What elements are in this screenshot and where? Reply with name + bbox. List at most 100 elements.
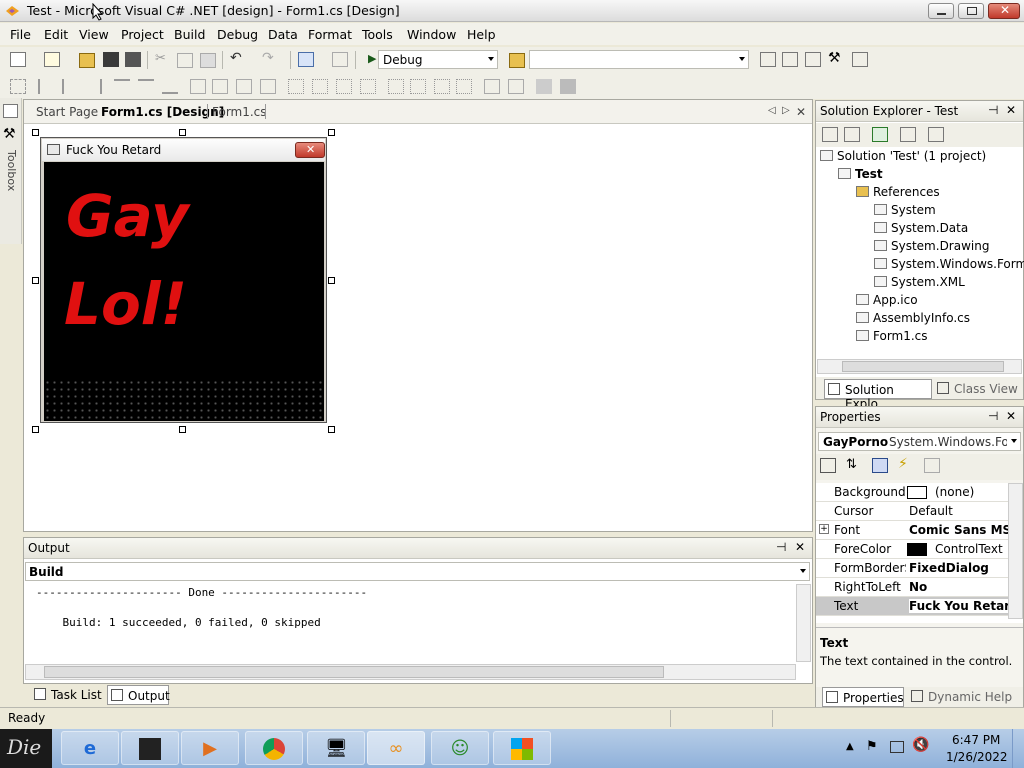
- tree-item-form1[interactable]: Form1.cs: [856, 329, 928, 343]
- solution-hscrollbar[interactable]: [817, 359, 1022, 374]
- decrease-h-spacing-icon[interactable]: [336, 79, 352, 94]
- alphabetical-icon[interactable]: ⇅: [846, 457, 857, 472]
- class-view-icon[interactable]: [852, 52, 868, 67]
- prop-row-font[interactable]: + Font Comic Sans MS, 8: [816, 521, 1009, 540]
- taskbar-media[interactable]: ▶: [181, 731, 239, 765]
- resize-grip[interactable]: [32, 426, 39, 433]
- object-selector-dropdown[interactable]: GayPorno System.Windows.Forn: [818, 432, 1021, 451]
- align-center-icon[interactable]: [62, 79, 78, 94]
- menu-view[interactable]: View: [79, 27, 109, 42]
- pin-icon[interactable]: ⊣: [988, 103, 998, 117]
- resize-grip[interactable]: [328, 277, 335, 284]
- tab-start-page[interactable]: Start Page: [36, 105, 98, 119]
- output-source-dropdown[interactable]: Build: [25, 562, 810, 581]
- decrease-v-spacing-icon[interactable]: [434, 79, 450, 94]
- close-button[interactable]: ✕: [988, 3, 1020, 19]
- menu-help[interactable]: Help: [467, 27, 496, 42]
- label-control[interactable]: Gay Lol!: [44, 162, 324, 377]
- minimize-button[interactable]: [928, 3, 954, 19]
- tree-item-app-ico[interactable]: App.ico: [856, 293, 918, 307]
- show-desktop-button[interactable]: [1012, 729, 1024, 768]
- tree-item-ref-system-data[interactable]: System.Data: [874, 221, 968, 235]
- menu-tools[interactable]: Tools: [362, 27, 393, 42]
- remove-h-spacing-icon[interactable]: [360, 79, 376, 94]
- align-grid-icon[interactable]: [10, 79, 26, 94]
- start-debug-icon[interactable]: ▶: [368, 52, 376, 65]
- object-browser-icon[interactable]: [805, 52, 821, 67]
- prop-row-formborderstyle[interactable]: FormBorderStFixedDialog: [816, 559, 1008, 578]
- open-folder-icon[interactable]: [79, 53, 95, 68]
- refresh-icon[interactable]: [872, 127, 888, 142]
- tab-class-view[interactable]: Class View: [934, 379, 1018, 399]
- menu-file[interactable]: File: [10, 27, 31, 42]
- taskbar-network[interactable]: 🖥: [307, 731, 365, 765]
- close-icon[interactable]: ✕: [1006, 103, 1016, 117]
- output-hscrollbar[interactable]: [25, 664, 796, 680]
- categorized-icon[interactable]: [820, 458, 836, 473]
- tree-item-ref-system[interactable]: System: [874, 203, 936, 217]
- tab-solution-explorer[interactable]: Solution Explo...: [824, 379, 932, 411]
- tab-form1-code[interactable]: Form1.cs: [212, 105, 267, 119]
- volume-muted-icon[interactable]: 🔇: [912, 737, 929, 753]
- send-to-back-icon[interactable]: [560, 79, 576, 94]
- vertical-spacing-icon[interactable]: [388, 79, 404, 94]
- action-center-flag-icon[interactable]: ⚑: [866, 739, 878, 754]
- increase-h-spacing-icon[interactable]: [312, 79, 328, 94]
- output-vscrollbar[interactable]: [796, 584, 811, 662]
- save-icon[interactable]: [103, 52, 119, 67]
- bring-to-front-icon[interactable]: [536, 79, 552, 94]
- prop-row-text[interactable]: Text Fuck You Retard: [816, 597, 1009, 616]
- find-icon[interactable]: [332, 52, 348, 67]
- start-button[interactable]: Die: [0, 729, 52, 768]
- align-right-icon[interactable]: [86, 79, 102, 94]
- output-hscroll-thumb[interactable]: [44, 666, 664, 678]
- taskbar-ie[interactable]: e: [61, 731, 119, 765]
- properties-window-icon[interactable]: [782, 52, 798, 67]
- tab-dynamic-help[interactable]: Dynamic Help: [908, 687, 1016, 707]
- prop-row-background-image[interactable]: BackgroundIr(none): [816, 483, 1008, 502]
- resize-grip[interactable]: [32, 277, 39, 284]
- solution-explorer-icon[interactable]: [760, 52, 776, 67]
- center-vertically-icon[interactable]: [508, 79, 524, 94]
- prop-row-righttoleft[interactable]: RightToLeft No: [816, 578, 1008, 597]
- cut-icon[interactable]: ✂: [155, 51, 166, 66]
- form-close-button[interactable]: ✕: [295, 142, 325, 158]
- menu-debug[interactable]: Debug: [217, 27, 258, 42]
- menu-project[interactable]: Project: [121, 27, 164, 42]
- view-designer-icon[interactable]: [844, 127, 860, 142]
- tree-item-ref-system-windows-forms[interactable]: System.Windows.Forms: [874, 257, 1024, 271]
- resize-grip[interactable]: [328, 129, 335, 136]
- property-pages-icon[interactable]: [924, 458, 940, 473]
- save-all-icon[interactable]: [125, 52, 141, 67]
- maximize-button[interactable]: [958, 3, 984, 19]
- expand-icon[interactable]: +: [819, 524, 829, 534]
- resize-grip[interactable]: [179, 129, 186, 136]
- tree-item-solution[interactable]: Solution 'Test' (1 project): [820, 149, 986, 163]
- prop-row-cursor[interactable]: Cursor Default: [816, 502, 1008, 521]
- copy-icon[interactable]: [177, 53, 193, 68]
- property-grid-vscrollbar[interactable]: [1008, 483, 1023, 619]
- align-left-icon[interactable]: [38, 79, 54, 94]
- taskbar-app-frog[interactable]: ☺: [431, 731, 489, 765]
- undo-icon[interactable]: ↶: [230, 50, 242, 66]
- menu-build[interactable]: Build: [174, 27, 205, 42]
- menu-format[interactable]: Format: [308, 27, 352, 42]
- pin-icon[interactable]: ⊣: [776, 540, 786, 554]
- make-same-height-icon[interactable]: [212, 79, 228, 94]
- close-icon[interactable]: ✕: [1006, 409, 1016, 423]
- make-same-width-icon[interactable]: [190, 79, 206, 94]
- resize-grip[interactable]: [328, 426, 335, 433]
- tab-output[interactable]: Output: [107, 685, 170, 705]
- properties-view-icon[interactable]: [872, 458, 888, 473]
- clock-time[interactable]: 6:47 PM: [952, 733, 1000, 747]
- tree-item-ref-system-xml[interactable]: System.XML: [874, 275, 965, 289]
- tree-item-assemblyinfo[interactable]: AssemblyInfo.cs: [856, 311, 970, 325]
- align-bottom-icon[interactable]: [162, 79, 178, 94]
- close-document-icon[interactable]: ✕: [796, 105, 806, 119]
- tree-item-project[interactable]: Test: [838, 167, 883, 181]
- align-middle-icon[interactable]: [138, 79, 154, 94]
- resize-grip[interactable]: [32, 129, 39, 136]
- network-icon[interactable]: [890, 741, 904, 753]
- center-horizontally-icon[interactable]: [484, 79, 500, 94]
- align-top-icon[interactable]: [114, 79, 130, 94]
